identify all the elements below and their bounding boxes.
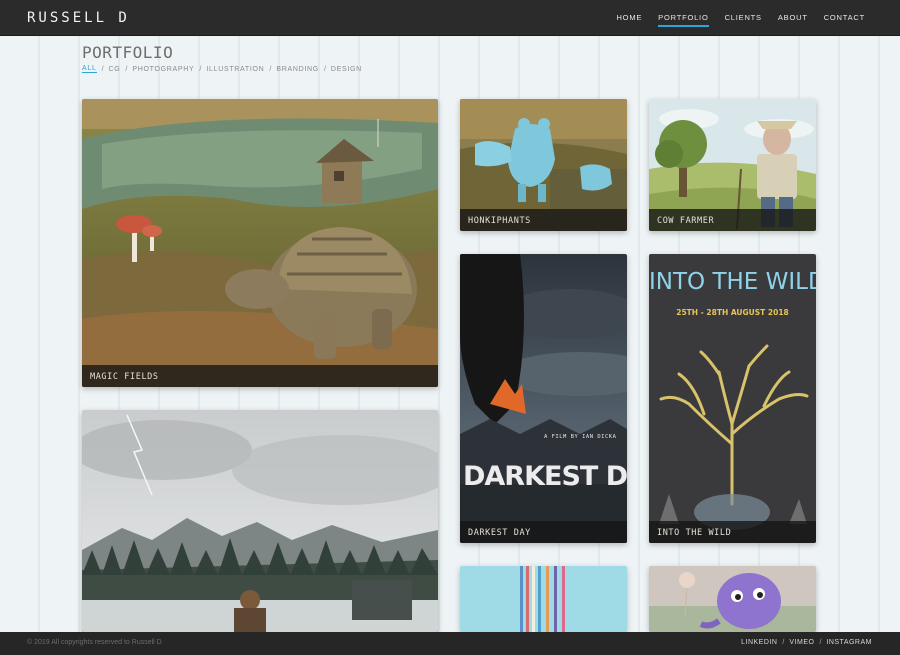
filter-separator: /: [269, 65, 272, 73]
portfolio-tile-octopus[interactable]: [649, 566, 816, 632]
nav-clients[interactable]: CLIENTS: [725, 13, 762, 27]
filter-all[interactable]: ALL: [82, 65, 97, 73]
filter-photography[interactable]: PHOTOGRAPHY: [132, 66, 194, 73]
social-separator: /: [782, 639, 785, 646]
stripes-artwork: [460, 566, 627, 632]
filter-branding[interactable]: BRANDING: [276, 66, 319, 73]
portfolio-tile-magic-fields[interactable]: MAGIC FIELDS: [82, 99, 438, 387]
tile-caption: MAGIC FIELDS: [82, 365, 438, 387]
darkest-day-poster-artwork: [460, 254, 627, 543]
brand-logo[interactable]: RUSSELL D: [27, 10, 130, 26]
social-vimeo[interactable]: VIMEO: [789, 639, 814, 646]
portfolio-tile-darkest-day[interactable]: A FILM BY IAN DICKA DARKEST DAY DARKEST …: [460, 254, 627, 543]
nav-portfolio[interactable]: PORTFOLIO: [658, 13, 709, 27]
portfolio-tile-cow-farmer[interactable]: COW FARMER: [649, 99, 816, 231]
social-separator: /: [819, 639, 822, 646]
social-links: LINKEDIN / VIMEO / INSTAGRAM: [741, 639, 872, 646]
portfolio-tile-honkiphants[interactable]: HONKIPHANTS: [460, 99, 627, 231]
octopus-artwork: [649, 566, 816, 632]
portfolio-tile-stripes[interactable]: [460, 566, 627, 632]
site-footer: © 2019 All copyrights reserved to Russel…: [0, 632, 900, 655]
filter-design[interactable]: DESIGN: [331, 66, 362, 73]
filter-separator: /: [125, 65, 128, 73]
tile-caption: HONKIPHANTS: [460, 209, 627, 231]
into-the-wild-title: INTO THE WILD: [649, 269, 816, 295]
filter-cg[interactable]: CG: [109, 66, 121, 73]
nav-contact[interactable]: CONTACT: [824, 13, 865, 27]
page-title: PORTFOLIO: [82, 43, 174, 62]
storm-landscape-artwork: [82, 410, 438, 632]
portfolio-tile-storm-landscape[interactable]: [82, 410, 438, 632]
into-the-wild-poster-artwork: [649, 254, 816, 543]
nav-about[interactable]: ABOUT: [778, 13, 808, 27]
copyright-text: © 2019 All copyrights reserved to Russel…: [27, 639, 162, 646]
filter-separator: /: [101, 65, 104, 73]
filter-illustration[interactable]: ILLUSTRATION: [206, 66, 264, 73]
filter-separator: /: [199, 65, 202, 73]
category-filters: ALL / CG / PHOTOGRAPHY / ILLUSTRATION / …: [82, 65, 362, 73]
social-linkedin[interactable]: LINKEDIN: [741, 639, 777, 646]
portfolio-tile-into-the-wild[interactable]: INTO THE WILD 25TH - 28TH AUGUST 2018 IN…: [649, 254, 816, 543]
top-navigation-bar: RUSSELL D HOME PORTFOLIO CLIENTS ABOUT C…: [0, 0, 900, 36]
tile-caption: DARKEST DAY: [460, 521, 627, 543]
darkest-day-title: DARKEST DAY: [463, 461, 627, 492]
magic-fields-artwork: [82, 99, 438, 387]
tile-caption: COW FARMER: [649, 209, 816, 231]
filter-separator: /: [323, 65, 326, 73]
main-nav: HOME PORTFOLIO CLIENTS ABOUT CONTACT: [600, 13, 865, 27]
darkest-day-credit: A FILM BY IAN DICKA: [544, 434, 617, 440]
into-the-wild-dates: 25TH - 28TH AUGUST 2018: [676, 308, 789, 317]
tile-caption: INTO THE WILD: [649, 521, 816, 543]
nav-home[interactable]: HOME: [616, 13, 642, 27]
social-instagram[interactable]: INSTAGRAM: [826, 639, 872, 646]
